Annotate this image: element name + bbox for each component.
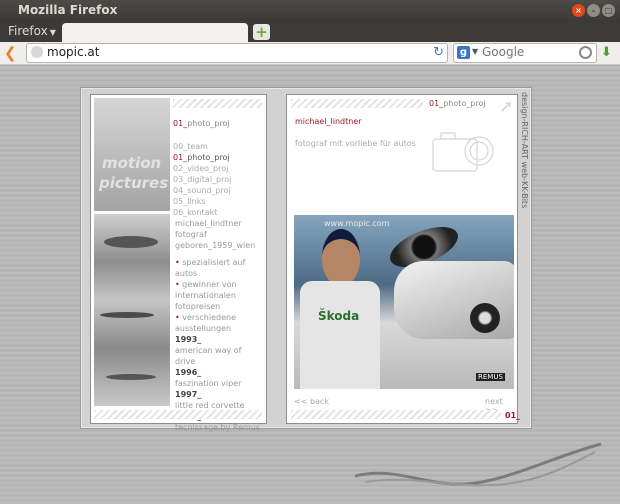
right-section-label: photo_proj [443, 99, 486, 108]
timeline-text: american way of drive [175, 346, 242, 366]
right-section-title: 01_photo_proj [429, 99, 486, 108]
credit-text: design-RICH-ART web-KK-Bits [520, 92, 529, 209]
nav-item-links[interactable]: 05_links [173, 196, 231, 207]
bio-point: • verschiedene ausstellungen [175, 313, 236, 333]
nav-item-digital-proj[interactable]: 03_digital_proj [173, 174, 231, 185]
site-frame: motion pictures 01_photo_proj 00_team 01… [80, 87, 532, 432]
timeline-year: 1996_ [175, 368, 202, 377]
logo-text-pictures: pictures [99, 174, 169, 192]
firefox-menu-button[interactable]: Firefox ▼ [8, 24, 56, 38]
nav-item-sound-proj[interactable]: 04_sound_proj [173, 185, 231, 196]
bio-born: geboren_1959_wien [175, 241, 256, 250]
bio-role: fotograf [175, 230, 207, 239]
nav-item-video-proj[interactable]: 02_video_proj [173, 163, 231, 174]
photographer-tagline: fotograf mit vorliebe für autos [295, 139, 416, 148]
eyes-photo [94, 214, 170, 406]
camera-icon [432, 132, 494, 172]
sponsor-text: Škoda [318, 309, 360, 323]
nav-menu: 00_team 01_photo_proj 02_video_proj 03_d… [173, 141, 231, 218]
tab-active[interactable] [62, 23, 248, 42]
firefox-menu-label: Firefox [8, 24, 48, 38]
nav-item-photo-proj[interactable]: 01_photo_proj [173, 152, 231, 163]
driver-head [322, 229, 360, 285]
car-wheel [470, 303, 500, 333]
search-bar[interactable]: g ▼ [453, 43, 597, 63]
right-footer-stripe [291, 410, 501, 419]
page-number: 01_ [505, 411, 521, 420]
globe-icon [31, 46, 43, 58]
timeline-text: faszination viper [175, 379, 242, 388]
left-section-num: 01_ [173, 119, 188, 128]
timeline-year: 1997_ [175, 390, 202, 399]
right-section-num: 01_ [429, 99, 444, 108]
photo-brand-logo: REMUS [476, 373, 505, 381]
right-panel: 01_photo_proj ➚ michael_lindtner fotogra… [286, 94, 521, 424]
navigation-toolbar: ❮ ↻ g ▼ ⬇ [0, 42, 620, 65]
featured-photo[interactable]: www.mopic.com Škoda REMUS [294, 215, 514, 389]
maximize-window-icon[interactable]: □ [602, 4, 615, 17]
page-content: motion pictures 01_photo_proj 00_team 01… [0, 65, 620, 504]
reload-icon[interactable]: ↻ [433, 45, 444, 60]
swoosh-decoration [355, 442, 602, 487]
photographer-name: michael_lindtner [295, 117, 362, 126]
left-section-label: photo_proj [187, 119, 230, 128]
new-tab-button[interactable]: + [253, 24, 270, 40]
bio-block: michael_lindtner fotograf geboren_1959_w… [175, 218, 263, 433]
bio-point: • spezialisiert auf autos [175, 258, 246, 278]
left-header-stripe [173, 99, 262, 108]
timeline-text: tecnissage by Remus [175, 423, 261, 432]
url-input[interactable] [47, 45, 427, 59]
back-link[interactable]: << back [294, 397, 329, 406]
window-titlebar: Mozilla Firefox × – □ [0, 0, 620, 21]
google-icon[interactable]: g [457, 46, 470, 59]
address-bar[interactable]: ↻ [26, 43, 448, 63]
eye-shape-top [104, 236, 158, 248]
driver-suit [300, 281, 380, 389]
nav-item-kontakt[interactable]: 06_kontakt [173, 207, 231, 218]
search-engine-chevron-icon[interactable]: ▼ [472, 47, 478, 56]
download-icon[interactable]: ⬇ [601, 45, 612, 60]
window-title: Mozilla Firefox [18, 3, 118, 17]
minimize-window-icon[interactable]: – [587, 4, 600, 17]
timeline-year: 1993_ [175, 335, 202, 344]
left-section-title: 01_photo_proj [173, 119, 230, 128]
bio-point: • gewinner von internationalen fotopreis… [175, 280, 237, 311]
back-button[interactable]: ❮ [4, 44, 17, 62]
nav-item-team[interactable]: 00_team [173, 141, 231, 152]
arrow-up-right-icon[interactable]: ➚ [499, 97, 513, 117]
close-window-icon[interactable]: × [572, 4, 585, 17]
left-footer-stripe [94, 410, 262, 419]
eye-shape-bottom [106, 374, 156, 380]
right-header-stripe [291, 99, 423, 108]
logo-text-motion: motion [102, 154, 162, 172]
search-icon[interactable] [579, 46, 592, 59]
left-panel: motion pictures 01_photo_proj 00_team 01… [90, 94, 267, 432]
chevron-down-icon: ▼ [49, 28, 56, 37]
search-input[interactable] [482, 45, 582, 59]
tab-strip: Firefox ▼ + [0, 21, 620, 42]
eye-shape-middle [100, 312, 154, 318]
logo-image: motion pictures [94, 98, 170, 211]
photo-watermark: www.mopic.com [324, 219, 390, 228]
bio-name: michael_lindtner [175, 219, 242, 228]
